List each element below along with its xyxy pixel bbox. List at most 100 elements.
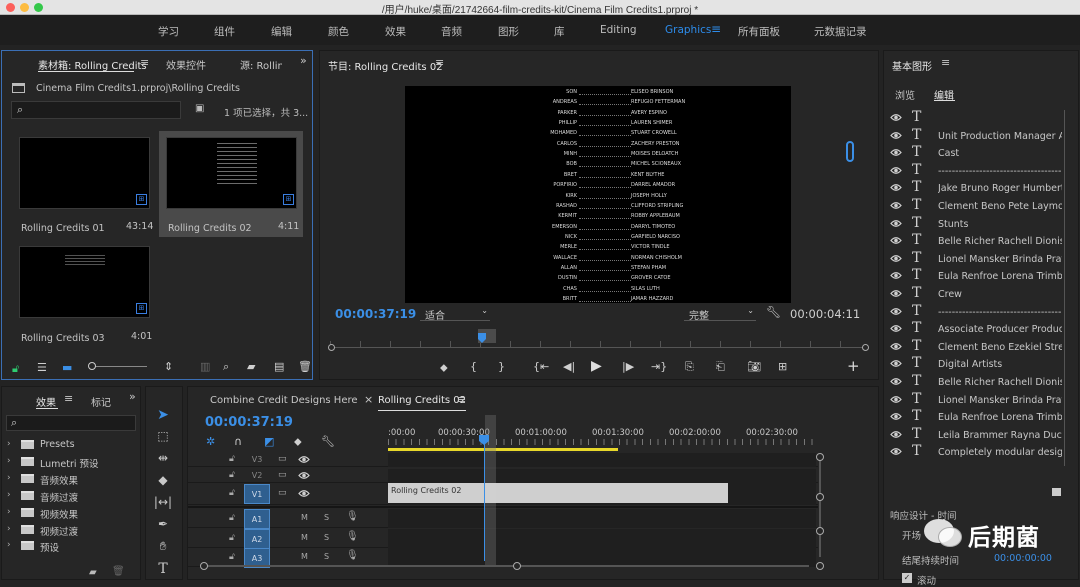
track-select-tool-icon[interactable]: ⬚ [152,429,174,447]
chevron-right-icon[interactable]: › [7,439,11,449]
track-lock-icon[interactable]: 🔓︎ [229,488,235,498]
track-lock-icon[interactable]: 🔓︎ [229,552,235,562]
visibility-eye-icon[interactable] [890,289,902,298]
voiceover-record-icon[interactable]: 🎙︎ [346,531,359,542]
trash-icon[interactable]: 🗑︎ [112,566,125,577]
graphic-layer[interactable]: T Associate Producer Product... [886,320,1062,339]
solo-button[interactable]: S [324,533,329,542]
work-area-bar[interactable] [388,448,618,451]
razor-tool-icon[interactable]: ◆ [152,473,174,491]
tab-bin[interactable]: 素材箱: Rolling Credits [38,57,147,72]
bin-menu-icon[interactable]: ≡ [140,56,149,69]
close-tab-icon[interactable]: × [364,393,373,406]
workspace-libraries[interactable]: 库 [554,24,565,39]
trash-icon[interactable]: 🗑︎ [298,360,312,373]
button-editor-icon[interactable]: ⊞ [778,360,787,373]
mark-in-icon[interactable]: { [470,360,477,373]
eg-menu-icon[interactable]: ≡ [941,56,950,69]
track-target-v3[interactable]: V3 [244,453,270,467]
visibility-eye-icon[interactable] [890,271,902,280]
toggle-sync-lock-icon[interactable]: ▭ [278,454,287,464]
audio-video-divider[interactable] [188,506,818,508]
track-lock-icon[interactable]: 🔓︎ [229,533,235,543]
track-visibility-eye-icon[interactable] [298,489,310,501]
timeline-playhead-line[interactable] [484,439,485,561]
graphic-layer[interactable]: T Eula Renfroe Lorena Trimble... [886,408,1062,427]
graphic-layer[interactable]: T Completely modular design... [886,443,1062,462]
new-bin-icon[interactable]: ▰ [89,567,97,578]
graphic-layer[interactable]: T Lionel Mansker Brinda Prath... [886,391,1062,410]
workspace-graphics-cn[interactable]: 图形 [498,24,519,39]
workspace-editing[interactable]: Editing [600,24,637,36]
visibility-eye-icon[interactable] [890,201,902,210]
export-frame-icon[interactable]: 📷︎ [747,360,761,373]
tab-markers[interactable]: 标记 [91,394,111,409]
workspace-all-panels[interactable]: 所有面板 [738,24,780,39]
panel-overflow-icon[interactable]: » [300,54,307,67]
graphic-layer[interactable]: T ------------------------------------ [886,303,1062,322]
tab-combine-credits[interactable]: Combine Credit Designs Here [210,395,358,406]
go-to-out-icon[interactable]: ⇥} [651,360,667,373]
graphic-layer[interactable]: T Crew [886,285,1062,304]
graphic-layer[interactable]: T Unit Production Manager A... [886,127,1062,146]
graphic-layer[interactable]: T Cast [886,144,1062,163]
graphic-layer[interactable]: T [886,109,1062,128]
tab-rolling-credits-02[interactable]: Rolling Credits 02 [378,395,466,406]
graphic-layer[interactable]: T Lionel Mansker Brinda Prath... [886,250,1062,269]
bin-item-selected[interactable]: ⊞ Rolling Credits 02 4:11 [159,131,303,237]
go-to-in-icon[interactable]: {⇤ [533,360,549,373]
graphic-layer[interactable]: T Digital Artists [886,355,1062,374]
zoom-slider[interactable] [89,366,147,367]
track-lock-icon[interactable]: 🔓︎ [229,513,235,523]
new-bin-icon[interactable]: ▰ [247,360,255,373]
visibility-eye-icon[interactable] [890,395,902,404]
tab-source[interactable]: 源: Rolling [240,57,282,72]
lock-icon[interactable]: 🔓︎ [12,362,19,376]
track-target-v2[interactable]: V2 [244,469,270,483]
graphic-layer[interactable]: T Eula Renfroe Lorena Trimble... [886,267,1062,286]
chevron-right-icon[interactable]: › [7,473,11,483]
track-visibility-eye-icon[interactable] [298,455,310,467]
selection-tool-icon[interactable]: ➤ [152,407,174,425]
automate-icon[interactable]: ▥ [200,360,210,373]
graphic-layer[interactable]: T Jake Bruno Roger Humberto... [886,179,1062,198]
tab-effect-controls[interactable]: 效果控件 [166,57,206,72]
track-lane[interactable] [388,469,816,483]
track-lock-icon[interactable]: 🔓︎ [229,454,235,464]
visibility-eye-icon[interactable] [890,324,902,333]
graphic-layer[interactable]: T Belle Richer Rachell Dionisio... [886,232,1062,251]
timeline-menu-icon[interactable]: ≡ [457,393,466,406]
visibility-eye-icon[interactable] [890,377,902,386]
track-target-a1[interactable]: A1 [244,508,270,529]
workspace-learn[interactable]: 学习 [158,24,179,39]
program-mini-timeline[interactable] [328,329,869,351]
new-layer-icon[interactable] [1052,488,1061,496]
visibility-eye-icon[interactable] [890,166,902,175]
visibility-eye-icon[interactable] [890,342,902,351]
v-scroll-handle[interactable] [816,453,824,461]
add-button-icon[interactable]: + [847,357,860,375]
visibility-eye-icon[interactable] [890,254,902,263]
solo-button[interactable]: S [324,513,329,522]
track-target-a2[interactable]: A2 [244,528,270,549]
linked-selection-icon[interactable]: ◩ [264,435,274,448]
mark-out-icon[interactable]: } [498,360,505,373]
graphic-layer[interactable]: T Stunts [886,215,1062,234]
track-visibility-eye-icon[interactable] [298,471,310,483]
mute-button[interactable]: M [301,533,308,542]
program-menu-icon[interactable]: ≡ [435,56,444,69]
bin-item[interactable]: ⊞ Rolling Credits 03 4:01 [12,241,156,347]
timeline-playhead-timecode[interactable]: 00:00:37:19 [205,415,293,430]
toggle-sync-lock-icon[interactable]: ▭ [278,488,287,498]
play-icon[interactable]: ▶ [591,358,602,374]
workspace-menu-icon[interactable]: ≡ [711,22,721,36]
essential-graphics-title[interactable]: 基本图形 [892,58,932,73]
visibility-eye-icon[interactable] [890,447,902,456]
wrench-icon[interactable]: 🔧︎ [766,305,781,319]
nest-icon[interactable]: ✲ [206,435,215,448]
step-back-icon[interactable]: ◀| [563,360,575,373]
new-search-bin-icon[interactable]: ▣ [195,103,204,114]
track-lane[interactable] [388,509,816,528]
workspace-effects[interactable]: 效果 [385,24,406,39]
visibility-eye-icon[interactable] [890,236,902,245]
